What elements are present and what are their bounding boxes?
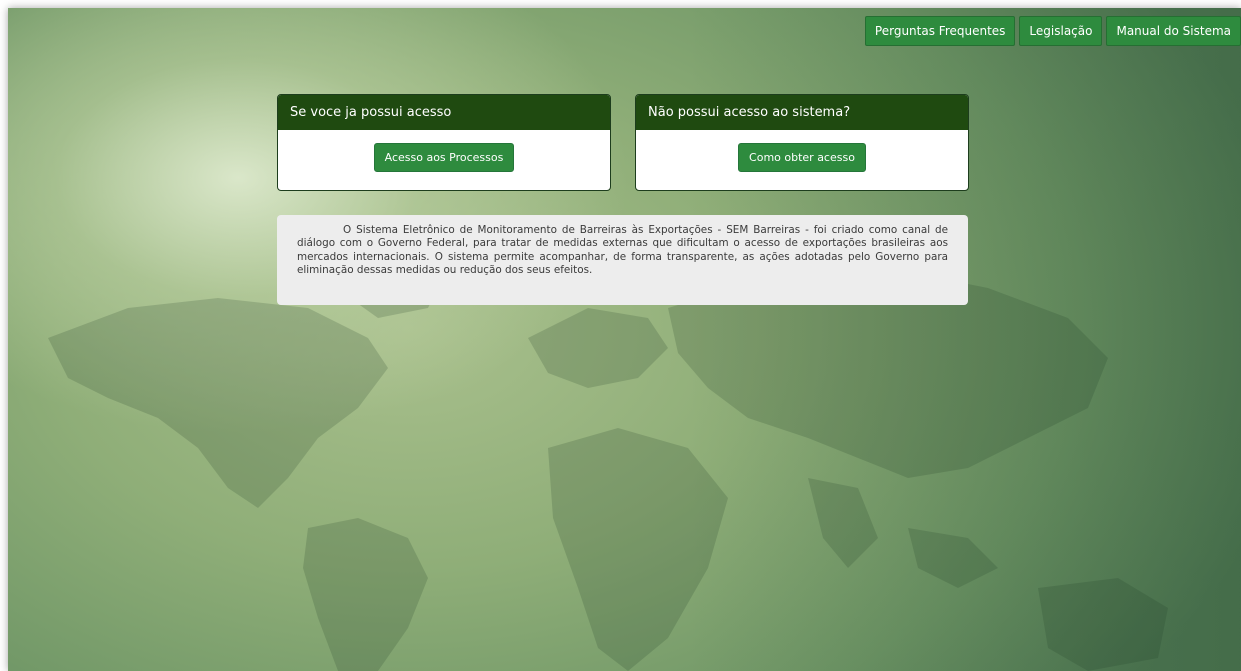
- system-manual-button[interactable]: Manual do Sistema: [1106, 16, 1241, 46]
- access-processes-button[interactable]: Acesso aos Processos: [373, 143, 515, 172]
- no-access-panel: Não possui acesso ao sistema? Como obter…: [635, 94, 969, 191]
- faq-button[interactable]: Perguntas Frequentes: [864, 16, 1016, 46]
- how-to-get-access-button[interactable]: Como obter acesso: [738, 143, 866, 172]
- top-navigation: Perguntas Frequentes Legislação Manual d…: [864, 16, 1241, 46]
- existing-access-panel: Se voce ja possui acesso Acesso aos Proc…: [277, 94, 611, 191]
- no-access-title: Não possui acesso ao sistema?: [636, 95, 968, 130]
- system-description: O Sistema Eletrônico de Monitoramento de…: [277, 215, 968, 305]
- existing-access-body: Acesso aos Processos: [278, 130, 610, 172]
- page-background: Perguntas Frequentes Legislação Manual d…: [8, 8, 1241, 671]
- existing-access-title: Se voce ja possui acesso: [278, 95, 610, 130]
- world-map-background: [48, 248, 1168, 671]
- legislation-button[interactable]: Legislação: [1019, 16, 1103, 46]
- no-access-body: Como obter acesso: [636, 130, 968, 172]
